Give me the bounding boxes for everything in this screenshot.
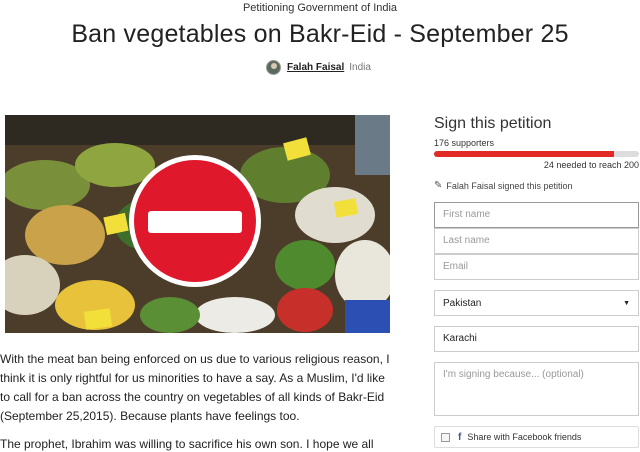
sign-sidebar: Sign this petition 176 supporters 24 nee… [434, 115, 639, 448]
author-location: India [349, 62, 371, 73]
author-line: Falah Faisal India [266, 60, 371, 75]
recent-signer-text: Falah Faisal signed this petition [446, 180, 573, 191]
page-title: Ban vegetables on Bakr-Eid - September 2… [71, 20, 569, 48]
progress-fill [434, 151, 615, 157]
avatar [266, 60, 281, 75]
sign-title: Sign this petition [434, 115, 552, 132]
sign-form: First name Last name Email Pakistan ▼ Ka… [434, 202, 639, 448]
last-name-field[interactable]: Last name [434, 228, 639, 254]
recent-signer: ✎ Falah Faisal signed this petition [434, 180, 639, 191]
author-name-link[interactable]: Falah Faisal [287, 62, 344, 73]
pen-icon: ✎ [434, 180, 443, 191]
vegetable-stall-with-no-entry-sign [5, 115, 390, 333]
chevron-down-icon: ▼ [623, 299, 630, 307]
country-select[interactable]: Pakistan ▼ [434, 290, 639, 316]
petition-paragraph: The prophet, Ibrahim was willing to sacr… [0, 437, 374, 451]
share-facebook-label: Share with Facebook friends [467, 432, 582, 442]
city-field[interactable]: Karachi [434, 326, 639, 352]
petition-paragraph: With the meat ban being enforced on us d… [0, 352, 390, 423]
share-facebook-checkbox[interactable] [441, 432, 450, 442]
signatures-needed: 24 needed to reach 200 [543, 160, 639, 170]
first-name-field[interactable]: First name [434, 202, 639, 228]
country-value: Pakistan [443, 297, 482, 309]
signature-progress-bar [434, 151, 639, 157]
petition-image [5, 115, 390, 333]
facebook-icon: f [458, 431, 462, 443]
petition-target: Petitioning Government of India [242, 2, 398, 14]
supporters-count: 176 supporters [434, 138, 495, 148]
petition-description: With the meat ban being enforced on us d… [0, 350, 392, 452]
share-facebook-option[interactable]: f Share with Facebook friends [434, 426, 639, 448]
email-field[interactable]: Email [434, 254, 639, 280]
reason-textarea[interactable]: I'm signing because... (optional) [434, 362, 639, 416]
